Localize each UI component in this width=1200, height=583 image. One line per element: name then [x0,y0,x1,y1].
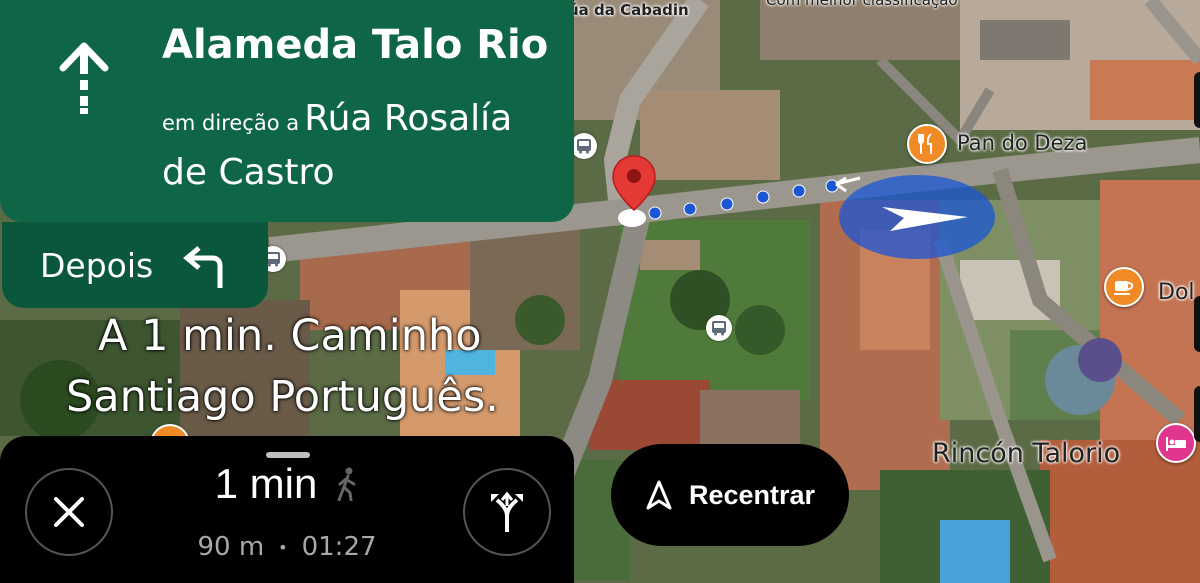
route-dot [792,184,806,198]
trip-distance: 90 m [197,532,265,562]
bus-stop-icon[interactable] [571,133,597,159]
next-maneuver-card[interactable]: Depois [2,222,268,308]
route-dot [720,197,734,211]
drag-handle[interactable] [266,452,310,458]
maneuver-street-name: Alameda Talo Rio [162,22,549,68]
route-dot [825,179,839,193]
straight-arrow-icon [59,42,109,114]
map-label-rincon-talorio[interactable]: Rincón Talorio [932,438,1120,469]
toward-street-line1: Rúa Rosalía [304,98,513,139]
map-label-top: Com melhor classificação [766,0,958,9]
map-label-street: úa da Cabadin [568,1,689,19]
route-hint-line1: A 1 min. Caminho [98,311,482,361]
trip-summary-panel[interactable]: 1 min 90 m • 01:27 [0,436,574,583]
current-location-icon [839,175,995,259]
turn-left-icon [183,246,223,288]
map-label-dol[interactable]: Dol [1158,280,1195,305]
toward-text: em direção a Rúa Rosalía [162,98,512,139]
alternative-routes-button[interactable] [463,468,551,556]
toward-street-line2: de Castro [162,152,335,193]
route-hint-line2: Santiago Português. [66,372,499,422]
restaurant-icon[interactable] [907,124,947,164]
bus-stop-icon[interactable] [706,315,732,341]
navigation-arrow-icon [646,480,672,510]
fork-routes-icon [491,491,523,532]
next-maneuver-label: Depois [40,246,154,285]
recenter-button[interactable]: Recentrar [611,444,849,546]
trip-arrival-time: 01:27 [301,532,377,562]
route-dot [683,202,697,216]
navigation-instruction-card[interactable]: Alameda Talo Rio em direção a Rúa Rosalí… [0,0,574,222]
destination-pin-icon[interactable] [608,152,660,228]
route-dot [756,190,770,204]
hotel-icon[interactable] [1156,423,1196,463]
right-edge-control[interactable] [1194,296,1200,352]
separator-dot: • [278,537,288,557]
right-edge-control[interactable] [1194,72,1200,128]
cafe-icon[interactable] [1104,267,1144,307]
right-edge-control[interactable] [1194,386,1200,442]
walking-icon [337,467,356,501]
toward-prefix: em direção a [162,111,300,135]
map-label-pan-do-deza[interactable]: Pan do Deza [957,131,1087,155]
trip-duration: 1 min [214,460,318,507]
recenter-label: Recentrar [688,479,816,510]
